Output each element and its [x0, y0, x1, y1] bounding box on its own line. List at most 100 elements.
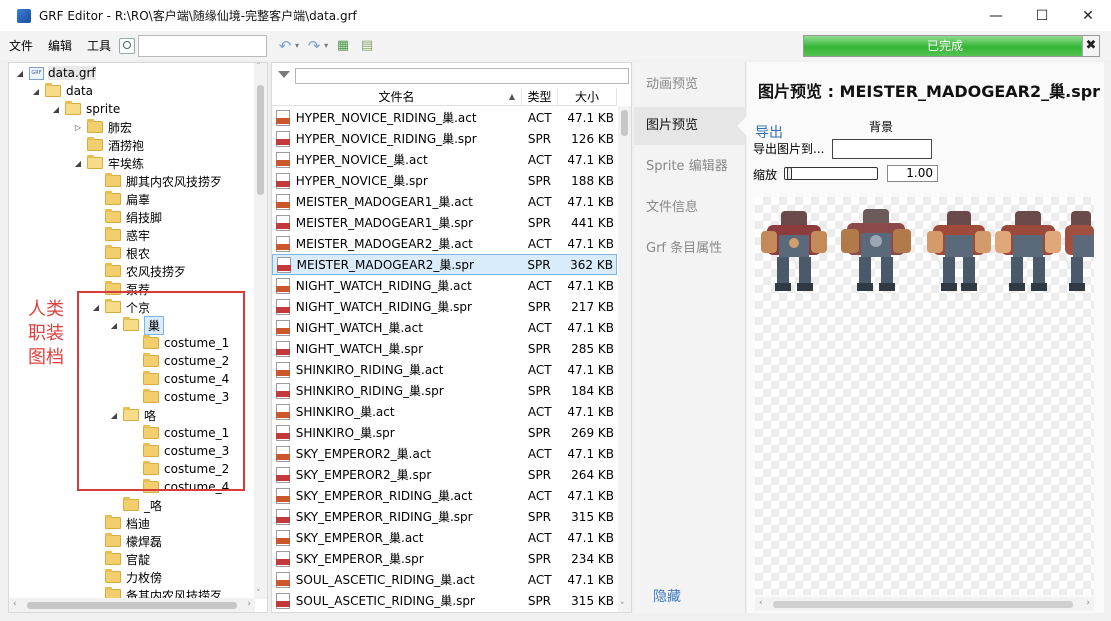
side-tab[interactable]: 动画预览: [634, 66, 746, 104]
scroll-right-icon[interactable]: ›: [247, 599, 251, 609]
spr-file-icon: [276, 340, 290, 357]
hide-link[interactable]: 隐藏: [653, 586, 681, 606]
progress-bar: 已完成 ✖: [803, 35, 1100, 57]
file-row[interactable]: SKY_EMPEROR2_巢.act ACT 47.1 KB: [272, 443, 617, 464]
tree-item[interactable]: ◢ sprite: [51, 100, 120, 118]
file-row[interactable]: SHINKIRO_巢.act ACT 47.1 KB: [272, 401, 617, 422]
file-row[interactable]: SKY_EMPEROR_巢.spr SPR 234 KB: [272, 548, 617, 569]
filter-input[interactable]: [295, 68, 629, 84]
tree-item[interactable]: 扁辜: [91, 190, 150, 208]
scroll-right-icon[interactable]: ›: [1086, 598, 1090, 608]
maximize-button[interactable]: ☐: [1019, 0, 1065, 31]
scroll-left-icon[interactable]: ‹: [13, 599, 17, 609]
tree-item[interactable]: 脚其内农风技捞歹: [91, 172, 222, 190]
file-row[interactable]: SKY_EMPEROR2_巢.spr SPR 264 KB: [272, 464, 617, 485]
file-row[interactable]: SOUL_ASCETIC_RIDING_巢.act ACT 47.1 KB: [272, 569, 617, 590]
collapsed-arrow-icon[interactable]: ▷: [73, 123, 83, 132]
folder-icon: [105, 533, 121, 547]
file-row[interactable]: SOUL_ASCETIC_RIDING_巢.spr SPR 315 KB: [272, 590, 617, 611]
menu-file[interactable]: 文件: [0, 37, 39, 54]
tree-root[interactable]: ◢ GRF data.grf: [15, 64, 96, 82]
column-header-name[interactable]: 文件名 ▲: [272, 88, 522, 106]
file-row[interactable]: HYPER_NOVICE_RIDING_巢.spr SPR 126 KB: [272, 128, 617, 149]
menu-tools[interactable]: 工具: [78, 37, 117, 54]
scroll-left-icon[interactable]: ‹: [759, 598, 763, 608]
file-row[interactable]: SHINKIRO_巢.spr SPR 269 KB: [272, 422, 617, 443]
tree-item[interactable]: 力枚傍: [91, 568, 162, 586]
zoom-value-field[interactable]: 1.00: [887, 165, 938, 182]
menu-edit[interactable]: 编辑: [39, 37, 78, 54]
spr-file-icon: [276, 382, 290, 399]
column-header-type[interactable]: 类型: [522, 88, 558, 106]
tree-item[interactable]: 档迪: [91, 514, 150, 532]
preview-horizontal-scrollbar[interactable]: ‹ ›: [755, 597, 1094, 611]
add-file-icon[interactable]: ▦: [334, 37, 352, 55]
tree-item[interactable]: _咯: [109, 496, 162, 514]
expand-arrow-icon[interactable]: ◢: [15, 69, 25, 78]
scroll-down-icon[interactable]: ˅: [256, 589, 261, 599]
file-row[interactable]: NIGHT_WATCH_RIDING_巢.spr SPR 217 KB: [272, 296, 617, 317]
scroll-up-icon[interactable]: ˄: [256, 63, 261, 72]
tree-horizontal-scrollbar[interactable]: ‹ ›: [9, 598, 255, 612]
expanded-arrow-icon[interactable]: ◢: [51, 105, 61, 114]
tree-item[interactable]: 官靛: [91, 550, 150, 568]
tree-item[interactable]: 农风技捞歹: [91, 262, 186, 280]
tree-item[interactable]: ◢ data: [31, 82, 93, 100]
file-row[interactable]: SHINKIRO_RIDING_巢.spr SPR 184 KB: [272, 380, 617, 401]
export-path-field[interactable]: [832, 139, 932, 159]
background-label[interactable]: 背景: [869, 118, 893, 135]
minimize-button[interactable]: —: [973, 0, 1019, 31]
column-header-size[interactable]: 大小: [558, 88, 617, 106]
tree-vertical-scrollbar[interactable]: ˄ ˅: [254, 63, 267, 599]
file-row[interactable]: HYPER_NOVICE_RIDING_巢.act ACT 47.1 KB: [272, 107, 617, 128]
side-tab[interactable]: 图片预览: [634, 107, 747, 145]
zoom-slider-knob[interactable]: [787, 167, 792, 180]
file-list-scrollbar[interactable]: ˅: [618, 106, 631, 612]
file-row[interactable]: HYPER_NOVICE_巢.act ACT 47.1 KB: [272, 149, 617, 170]
file-row[interactable]: MEISTER_MADOGEAR1_巢.spr SPR 441 KB: [272, 212, 617, 233]
save-file-icon[interactable]: ▤: [358, 37, 376, 55]
file-row[interactable]: NIGHT_WATCH_巢.act ACT 47.1 KB: [272, 317, 617, 338]
redo-icon[interactable]: ↷: [305, 37, 323, 55]
side-tab[interactable]: 文件信息: [634, 189, 746, 227]
tree-item[interactable]: ▷ 肺宏: [73, 118, 132, 136]
file-row[interactable]: HYPER_NOVICE_巢.spr SPR 188 KB: [272, 170, 617, 191]
tree-item[interactable]: 檬焊磊: [91, 532, 162, 550]
file-row[interactable]: SKY_EMPEROR_RIDING_巢.act ACT 47.1 KB: [272, 485, 617, 506]
file-row[interactable]: SKY_EMPEROR_RIDING_巢.spr SPR 315 KB: [272, 506, 617, 527]
annotation-box: [77, 291, 245, 491]
undo-dropdown-icon[interactable]: ▾: [295, 41, 299, 50]
file-row[interactable]: SKY_EMPEROR_巢.act ACT 47.1 KB: [272, 527, 617, 548]
undo-icon[interactable]: ↶: [276, 37, 294, 55]
export-link[interactable]: 导出: [755, 122, 783, 142]
file-row[interactable]: NIGHT_WATCH_RIDING_巢.act ACT 47.1 KB: [272, 275, 617, 296]
tree-item[interactable]: 惑牢: [91, 226, 150, 244]
scroll-thumb[interactable]: [257, 85, 264, 195]
file-row[interactable]: NIGHT_WATCH_巢.spr SPR 285 KB: [272, 338, 617, 359]
file-row[interactable]: MEISTER_MADOGEAR2_巢.spr SPR 362 KB: [272, 254, 617, 275]
tree-item[interactable]: 根农: [91, 244, 150, 262]
expanded-arrow-icon[interactable]: ◢: [73, 159, 83, 168]
scroll-thumb[interactable]: [773, 601, 1073, 608]
file-row[interactable]: MEISTER_MADOGEAR2_巢.act ACT 47.1 KB: [272, 233, 617, 254]
file-row[interactable]: SHINKIRO_RIDING_巢.act ACT 47.1 KB: [272, 359, 617, 380]
progress-close-button[interactable]: ✖: [1082, 36, 1099, 56]
tree-item[interactable]: 绢技脚: [91, 208, 162, 226]
side-tab[interactable]: Grf 条目属性: [634, 230, 746, 268]
zoom-slider[interactable]: [784, 167, 878, 180]
scroll-thumb[interactable]: [621, 110, 628, 136]
file-row[interactable]: MEISTER_MADOGEAR1_巢.act ACT 47.1 KB: [272, 191, 617, 212]
side-tab[interactable]: Sprite 编辑器: [634, 148, 746, 186]
scroll-down-icon[interactable]: ˅: [620, 602, 625, 612]
folder-icon: [105, 515, 121, 529]
scroll-thumb[interactable]: [27, 602, 237, 609]
redo-dropdown-icon[interactable]: ▾: [324, 41, 328, 50]
file-size: 184 KB: [571, 383, 614, 398]
spr-file-icon: [277, 256, 291, 273]
tree-item[interactable]: ◢ 牢埃练: [73, 154, 144, 172]
expanded-arrow-icon[interactable]: ◢: [31, 87, 41, 96]
file-type: SPR: [527, 173, 552, 188]
search-input[interactable]: [138, 34, 268, 57]
tree-item[interactable]: 酒捞袍: [73, 136, 144, 154]
close-window-button[interactable]: ✕: [1065, 0, 1111, 31]
